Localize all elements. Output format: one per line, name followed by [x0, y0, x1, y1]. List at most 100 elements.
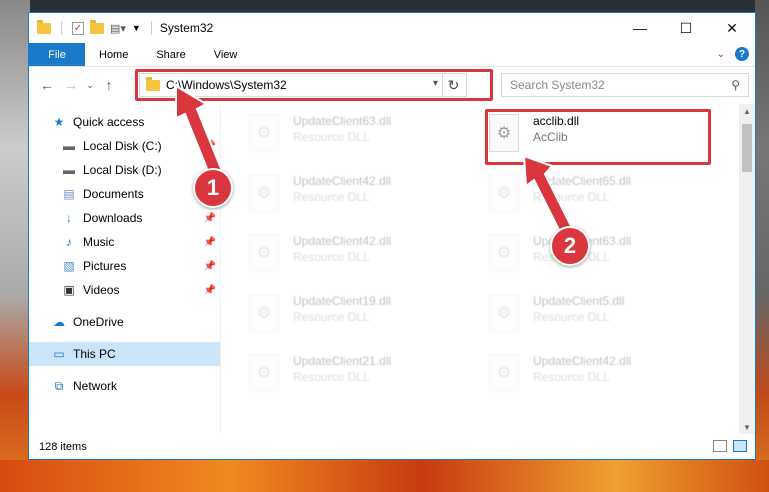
content-area: ★ Quick access ▬ Local Disk (C:) 📌 ▬ Loc…: [29, 104, 755, 434]
nav-quick-access[interactable]: ★ Quick access: [29, 110, 220, 134]
scroll-thumb[interactable]: [742, 124, 752, 172]
tab-file[interactable]: File: [29, 43, 85, 66]
file-type: Resource DLL: [293, 310, 370, 324]
callout-badge-2: 2: [550, 226, 590, 266]
nav-this-pc[interactable]: ▭ This PC: [29, 342, 220, 366]
search-icon: ⚲: [731, 78, 740, 92]
refresh-icon[interactable]: ↻: [442, 73, 464, 97]
file-type: Resource DLL: [293, 130, 370, 144]
nav-label: Network: [73, 379, 118, 393]
window-title: System32: [159, 21, 214, 35]
nav-item-downloads[interactable]: ↓ Downloads 📌: [29, 206, 220, 230]
new-folder-icon[interactable]: [90, 19, 104, 34]
file-name: UpdateClient42.dll: [293, 234, 392, 248]
nav-label: Documents: [83, 187, 144, 201]
tab-home[interactable]: Home: [85, 43, 142, 66]
scroll-down-icon[interactable]: ▼: [739, 420, 755, 434]
file-list: ⚙ UpdateClient63.dll Resource DLL ⚙ Updat…: [221, 104, 755, 434]
nav-label: Local Disk (D:): [83, 163, 162, 177]
search-placeholder: Search System32: [510, 78, 605, 92]
nav-label: Local Disk (C:): [83, 139, 162, 153]
nav-item-documents[interactable]: ▤ Documents 📌: [29, 182, 220, 206]
qa-dropdown-icon[interactable]: ▼: [132, 23, 141, 33]
file-type: Resource DLL: [533, 370, 610, 384]
folder-icon: [37, 19, 51, 34]
toolbar-divider: [61, 21, 62, 35]
file-name: acclib.dll: [533, 114, 580, 128]
forward-arrow-icon[interactable]: →: [59, 77, 83, 93]
nav-item-videos[interactable]: ▣ Videos 📌: [29, 278, 220, 302]
tab-share[interactable]: Share: [142, 43, 199, 66]
address-row: ← → ⌄ ↑ C:\Windows\System32 ▾ ↻ Search S…: [29, 67, 755, 103]
recent-locations-icon[interactable]: ⌄: [83, 80, 97, 91]
nav-onedrive[interactable]: ☁ OneDrive: [29, 310, 220, 334]
back-arrow-icon[interactable]: ←: [35, 77, 59, 93]
desktop-background-right: [755, 0, 769, 492]
nav-label: Pictures: [83, 259, 127, 273]
nav-item-local-disk-c[interactable]: ▬ Local Disk (C:) 📌: [29, 134, 220, 158]
dll-file-icon: ⚙: [489, 114, 519, 152]
nav-label: OneDrive: [73, 315, 124, 329]
file-name: UpdateClient63.dll: [293, 114, 392, 128]
vertical-scrollbar[interactable]: ▲ ▼: [739, 104, 755, 434]
help-icon[interactable]: ?: [735, 47, 749, 61]
ribbon-right-controls: ⌄ ?: [717, 47, 749, 61]
nav-item-music[interactable]: ♪ Music 📌: [29, 230, 220, 254]
dll-file-icon: ⚙: [249, 114, 279, 152]
file-item[interactable]: ⚙ UpdateClient42.dll Resource DLL: [249, 234, 449, 286]
maximize-button[interactable]: ☐: [663, 13, 709, 43]
drive-icon: ▬: [63, 163, 75, 177]
callout-badge-1: 1: [193, 168, 233, 208]
tab-view[interactable]: View: [200, 43, 252, 66]
file-item[interactable]: ⚙ UpdateClient42.dll Resource DLL: [249, 174, 449, 226]
pin-icon: 📌: [203, 260, 216, 272]
file-type: Resource DLL: [293, 370, 370, 384]
close-button[interactable]: ✕: [709, 13, 755, 43]
dll-file-icon: ⚙: [489, 234, 519, 272]
desktop-background-bottom: [0, 460, 769, 492]
minimize-button[interactable]: —: [617, 13, 663, 43]
file-item[interactable]: ⚙ UpdateClient19.dll Resource DLL: [249, 294, 449, 346]
file-name: UpdateClient19.dll: [293, 294, 392, 308]
nav-network[interactable]: ⧉ Network: [29, 374, 220, 398]
scroll-up-icon[interactable]: ▲: [739, 104, 755, 118]
file-item[interactable]: ⚙ UpdateClient42.dll Resource DLL: [489, 354, 689, 406]
dll-file-icon: ⚙: [489, 354, 519, 392]
expand-ribbon-icon[interactable]: ⌄: [717, 49, 725, 60]
file-item-acclib[interactable]: ⚙ acclib.dll AcClib: [489, 114, 689, 166]
tiles-view-icon[interactable]: [733, 440, 747, 452]
ribbon-tabs: File Home Share View ⌄ ?: [29, 43, 755, 67]
dll-file-icon: ⚙: [249, 174, 279, 212]
file-item[interactable]: ⚙ UpdateClient21.dll Resource DLL: [249, 354, 449, 406]
file-item[interactable]: ⚙ UpdateClient65.dll Resource DLL: [489, 174, 689, 226]
nav-label: Quick access: [73, 115, 145, 129]
nav-item-pictures[interactable]: ▧ Pictures 📌: [29, 254, 220, 278]
pin-icon: 📌: [203, 212, 216, 224]
nav-label: This PC: [73, 347, 116, 361]
dll-file-icon: ⚙: [489, 174, 519, 212]
downloads-icon: ↓: [66, 211, 72, 225]
file-type: Resource DLL: [293, 250, 370, 264]
address-path[interactable]: C:\Windows\System32: [166, 78, 287, 92]
properties-icon[interactable]: ✓: [72, 21, 84, 35]
address-bar[interactable]: C:\Windows\System32 ▾ ↻: [139, 73, 467, 97]
dll-file-icon: ⚙: [249, 294, 279, 332]
nav-label: Music: [83, 235, 115, 249]
details-view-icon[interactable]: [713, 440, 727, 452]
quick-access-toolbar: ✓ ▤▾ ▼: [29, 19, 156, 35]
up-arrow-icon[interactable]: ↑: [97, 77, 121, 93]
dll-file-icon: ⚙: [249, 354, 279, 392]
network-icon: ⧉: [54, 378, 64, 393]
nav-item-local-disk-d[interactable]: ▬ Local Disk (D:) 📌: [29, 158, 220, 182]
file-item[interactable]: ⚙ UpdateClient63.dll Resource DLL: [249, 114, 449, 166]
pictures-icon: ▧: [63, 259, 75, 273]
pin-icon: 📌: [203, 284, 216, 296]
customize-toolbar-icon[interactable]: ▤▾: [110, 22, 126, 35]
file-item[interactable]: ⚙ UpdateClient5.dll Resource DLL: [489, 294, 689, 346]
desktop-background-left: [0, 0, 30, 492]
file-type: Resource DLL: [293, 190, 370, 204]
view-toggle: [713, 440, 747, 452]
address-dropdown-icon[interactable]: ▾: [433, 78, 438, 89]
item-count: 128 items: [39, 441, 87, 453]
search-input[interactable]: Search System32 ⚲: [501, 73, 749, 97]
